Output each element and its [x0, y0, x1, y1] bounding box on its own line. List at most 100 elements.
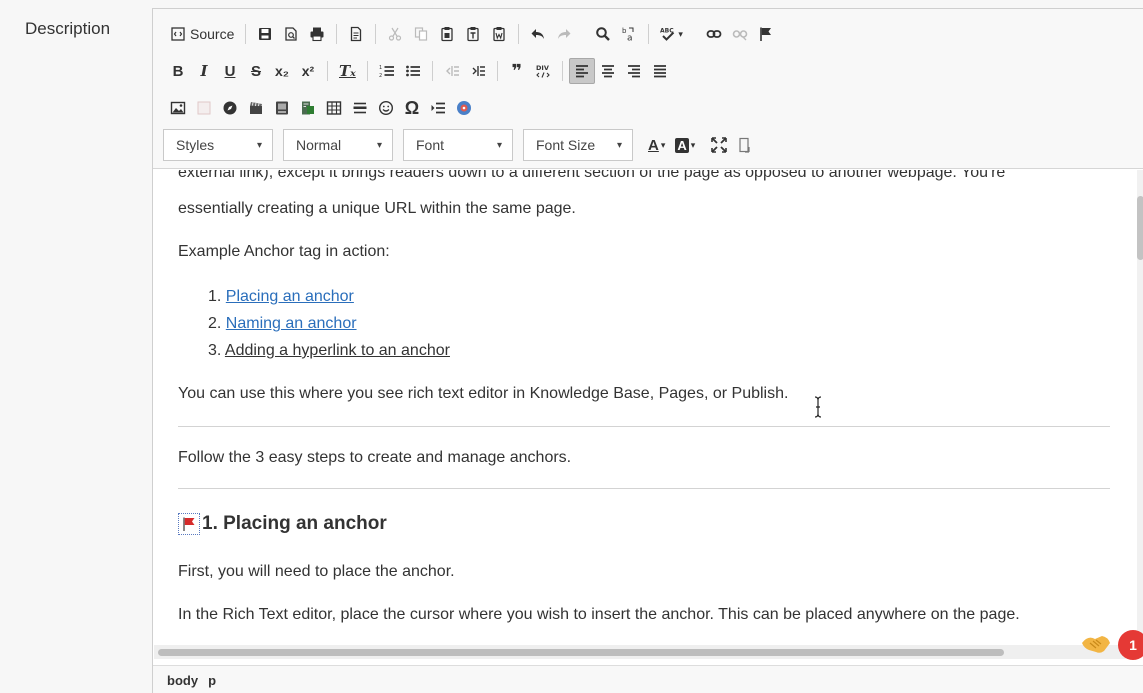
notification-badge[interactable]: 1: [1118, 630, 1143, 660]
page-break-button[interactable]: [425, 95, 451, 121]
toolbar-separator: [496, 61, 498, 81]
map-button[interactable]: [451, 95, 477, 121]
paragraph-rich-text: In the Rich Text editor, place the curso…: [178, 606, 1020, 623]
create-div-button[interactable]: DIV: [530, 58, 556, 84]
preview-button[interactable]: [278, 21, 304, 47]
link-naming-anchor[interactable]: Naming an anchor: [226, 315, 357, 332]
chevron-down-icon: ▾: [616, 139, 622, 151]
format-dropdown[interactable]: Normal ▾: [283, 129, 393, 161]
outdent-icon: [445, 66, 459, 76]
superscript-button[interactable]: x²: [295, 58, 321, 84]
numbered-list-button[interactable]: 12: [374, 58, 400, 84]
justify-button[interactable]: [647, 58, 673, 84]
bulleted-list-icon: [405, 65, 420, 77]
chevron-down-icon: ▾: [376, 139, 382, 151]
spellcheck-button[interactable]: ABC ▾: [655, 21, 688, 47]
unlink-icon: [732, 30, 748, 41]
redo-button[interactable]: [551, 21, 577, 47]
vertical-scrollbar[interactable]: [1137, 170, 1143, 644]
paste-word-button[interactable]: [486, 21, 512, 47]
source-button[interactable]: Source: [165, 21, 239, 47]
show-blocks-button[interactable]: [732, 132, 758, 158]
video-button[interactable]: [243, 95, 269, 121]
globe-pin-icon: [457, 101, 471, 115]
toolbar-separator: [366, 61, 368, 81]
anchor-button[interactable]: [753, 21, 779, 47]
indent-button[interactable]: [465, 58, 491, 84]
file-button[interactable]: [295, 95, 321, 121]
text-color-label: A: [648, 136, 659, 154]
templates-button[interactable]: [343, 21, 369, 47]
media-player-icon: [276, 101, 288, 115]
align-center-icon: [601, 65, 614, 78]
image-button[interactable]: [165, 95, 191, 121]
clapperboard-icon: [250, 102, 262, 114]
horizontal-rule-button[interactable]: [347, 95, 373, 121]
print-button[interactable]: [304, 21, 330, 47]
smiley-icon: [378, 100, 394, 116]
paste-button[interactable]: [434, 21, 460, 47]
media-embed-button[interactable]: [217, 95, 243, 121]
horizontal-scrollbar[interactable]: [154, 645, 1126, 659]
font-dropdown[interactable]: Font ▾: [403, 129, 513, 161]
list-item: 1. Placing an anchor: [208, 288, 354, 306]
align-right-button[interactable]: [621, 58, 647, 84]
font-size-dropdown[interactable]: Font Size ▾: [523, 129, 633, 161]
toolbar-separator: [518, 24, 520, 44]
bold-button[interactable]: B: [165, 58, 191, 84]
replace-button[interactable]: ba: [616, 21, 642, 47]
blockquote-button[interactable]: ❞: [504, 58, 530, 84]
find-button[interactable]: [590, 21, 616, 47]
cut-button[interactable]: [382, 21, 408, 47]
paragraph-example: Example Anchor tag in action:: [178, 243, 390, 260]
copy-button[interactable]: [408, 21, 434, 47]
horizontal-rule-icon: [353, 102, 367, 114]
toolbar-separator: [245, 24, 247, 44]
maximize-button[interactable]: [706, 132, 732, 158]
path-item-body[interactable]: body: [167, 673, 198, 688]
link-placing-anchor[interactable]: Placing an anchor: [226, 288, 354, 305]
background-color-button[interactable]: A ▾: [670, 132, 700, 158]
remove-format-button[interactable]: Tₓ: [334, 58, 361, 84]
path-item-p[interactable]: p: [208, 673, 216, 688]
smiley-button[interactable]: [373, 95, 399, 121]
outdent-button[interactable]: [439, 58, 465, 84]
text-cursor-icon: [814, 396, 822, 418]
flag-icon: [183, 517, 195, 531]
chevron-down-icon: ▾: [660, 139, 666, 150]
link-button[interactable]: [701, 21, 727, 47]
handshake-icon[interactable]: [1080, 631, 1112, 657]
flash-button[interactable]: [191, 95, 217, 121]
audio-button[interactable]: [269, 95, 295, 121]
toolbar-row-3: Ω: [165, 93, 477, 123]
align-right-icon: [627, 65, 640, 78]
toolbar-row-1: Source b a ABC ▾: [165, 19, 779, 49]
image-icon: [170, 101, 186, 115]
anchor-marker[interactable]: [178, 513, 200, 535]
editor-content-area[interactable]: external link), except it brings readers…: [154, 170, 1126, 644]
link-adding-hyperlink[interactable]: Adding a hyperlink to an anchor: [225, 342, 450, 359]
vertical-scrollbar-thumb[interactable]: [1137, 196, 1143, 260]
div-container-icon: DIV: [536, 64, 550, 78]
align-center-button[interactable]: [595, 58, 621, 84]
source-label: Source: [190, 26, 235, 42]
styles-dropdown[interactable]: Styles ▾: [163, 129, 273, 161]
subscript-button[interactable]: x₂: [269, 58, 295, 84]
table-button[interactable]: [321, 95, 347, 121]
toolbar-separator: [336, 24, 338, 44]
paste-text-button[interactable]: [460, 21, 486, 47]
align-left-button[interactable]: [568, 58, 595, 84]
unlink-button[interactable]: [727, 21, 753, 47]
bulleted-list-button[interactable]: [400, 58, 426, 84]
underline-button[interactable]: U: [217, 58, 243, 84]
undo-button[interactable]: [525, 21, 551, 47]
horizontal-scrollbar-thumb[interactable]: [158, 649, 1004, 656]
save-button[interactable]: [252, 21, 278, 47]
element-path-bar: body p: [153, 665, 1143, 693]
rich-text-editor: Source b a ABC ▾ B I U S x₂ x² Tₓ 1 2 ❞ …: [152, 8, 1143, 693]
special-char-button[interactable]: Ω: [399, 95, 425, 121]
italic-button[interactable]: I: [191, 58, 217, 84]
paste-text-icon: [467, 27, 480, 42]
text-color-button[interactable]: A ▾: [643, 132, 670, 158]
strikethrough-button[interactable]: S: [243, 58, 269, 84]
